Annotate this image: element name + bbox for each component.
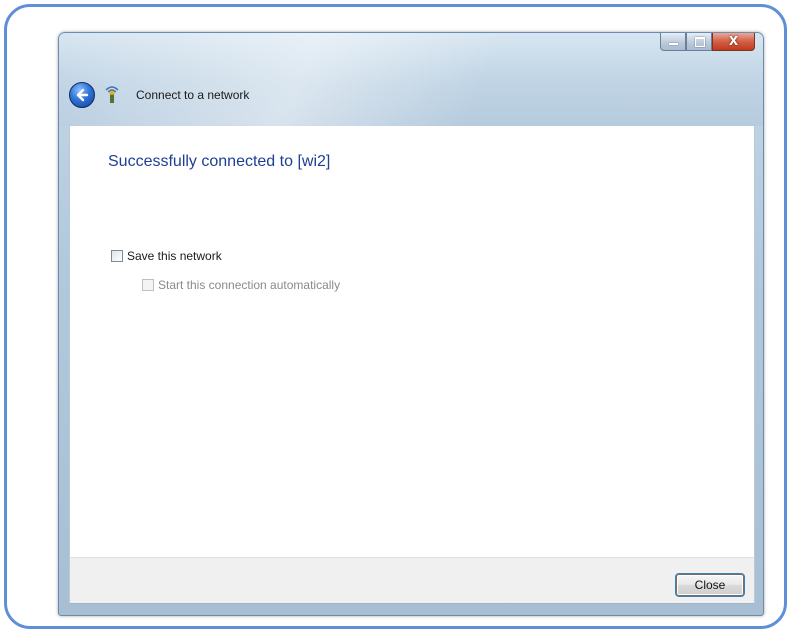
nav-row: Connect to a network <box>69 81 249 109</box>
dialog-footer: Close <box>69 557 755 604</box>
close-icon[interactable]: X <box>712 33 755 51</box>
start-automatically-option: Start this connection automatically <box>142 278 340 292</box>
title-bar: X Connect to a network <box>59 33 763 126</box>
success-heading: Successfully connected to [wi2] <box>108 153 331 170</box>
caption-buttons: X <box>660 33 755 52</box>
dialog-content: Successfully connected to [wi2] Save thi… <box>69 126 755 557</box>
start-automatically-checkbox <box>142 279 154 291</box>
start-automatically-label: Start this connection automatically <box>158 278 341 292</box>
wireless-network-icon <box>104 86 120 104</box>
save-network-checkbox[interactable] <box>111 250 123 262</box>
save-network-option[interactable]: Save this network <box>111 249 222 263</box>
save-network-label: Save this network <box>127 249 222 263</box>
back-arrow-icon[interactable] <box>69 82 95 108</box>
connect-dialog-window: X Connect to a network Successfully conn… <box>58 32 764 616</box>
dialog-title: Connect to a network <box>136 88 250 102</box>
close-caption-symbol: X <box>728 34 739 48</box>
maximize-icon[interactable] <box>686 33 712 51</box>
close-button[interactable]: Close <box>676 574 744 596</box>
screenshot-frame: X Connect to a network Successfully conn… <box>4 4 787 629</box>
minimize-icon[interactable] <box>660 33 686 51</box>
